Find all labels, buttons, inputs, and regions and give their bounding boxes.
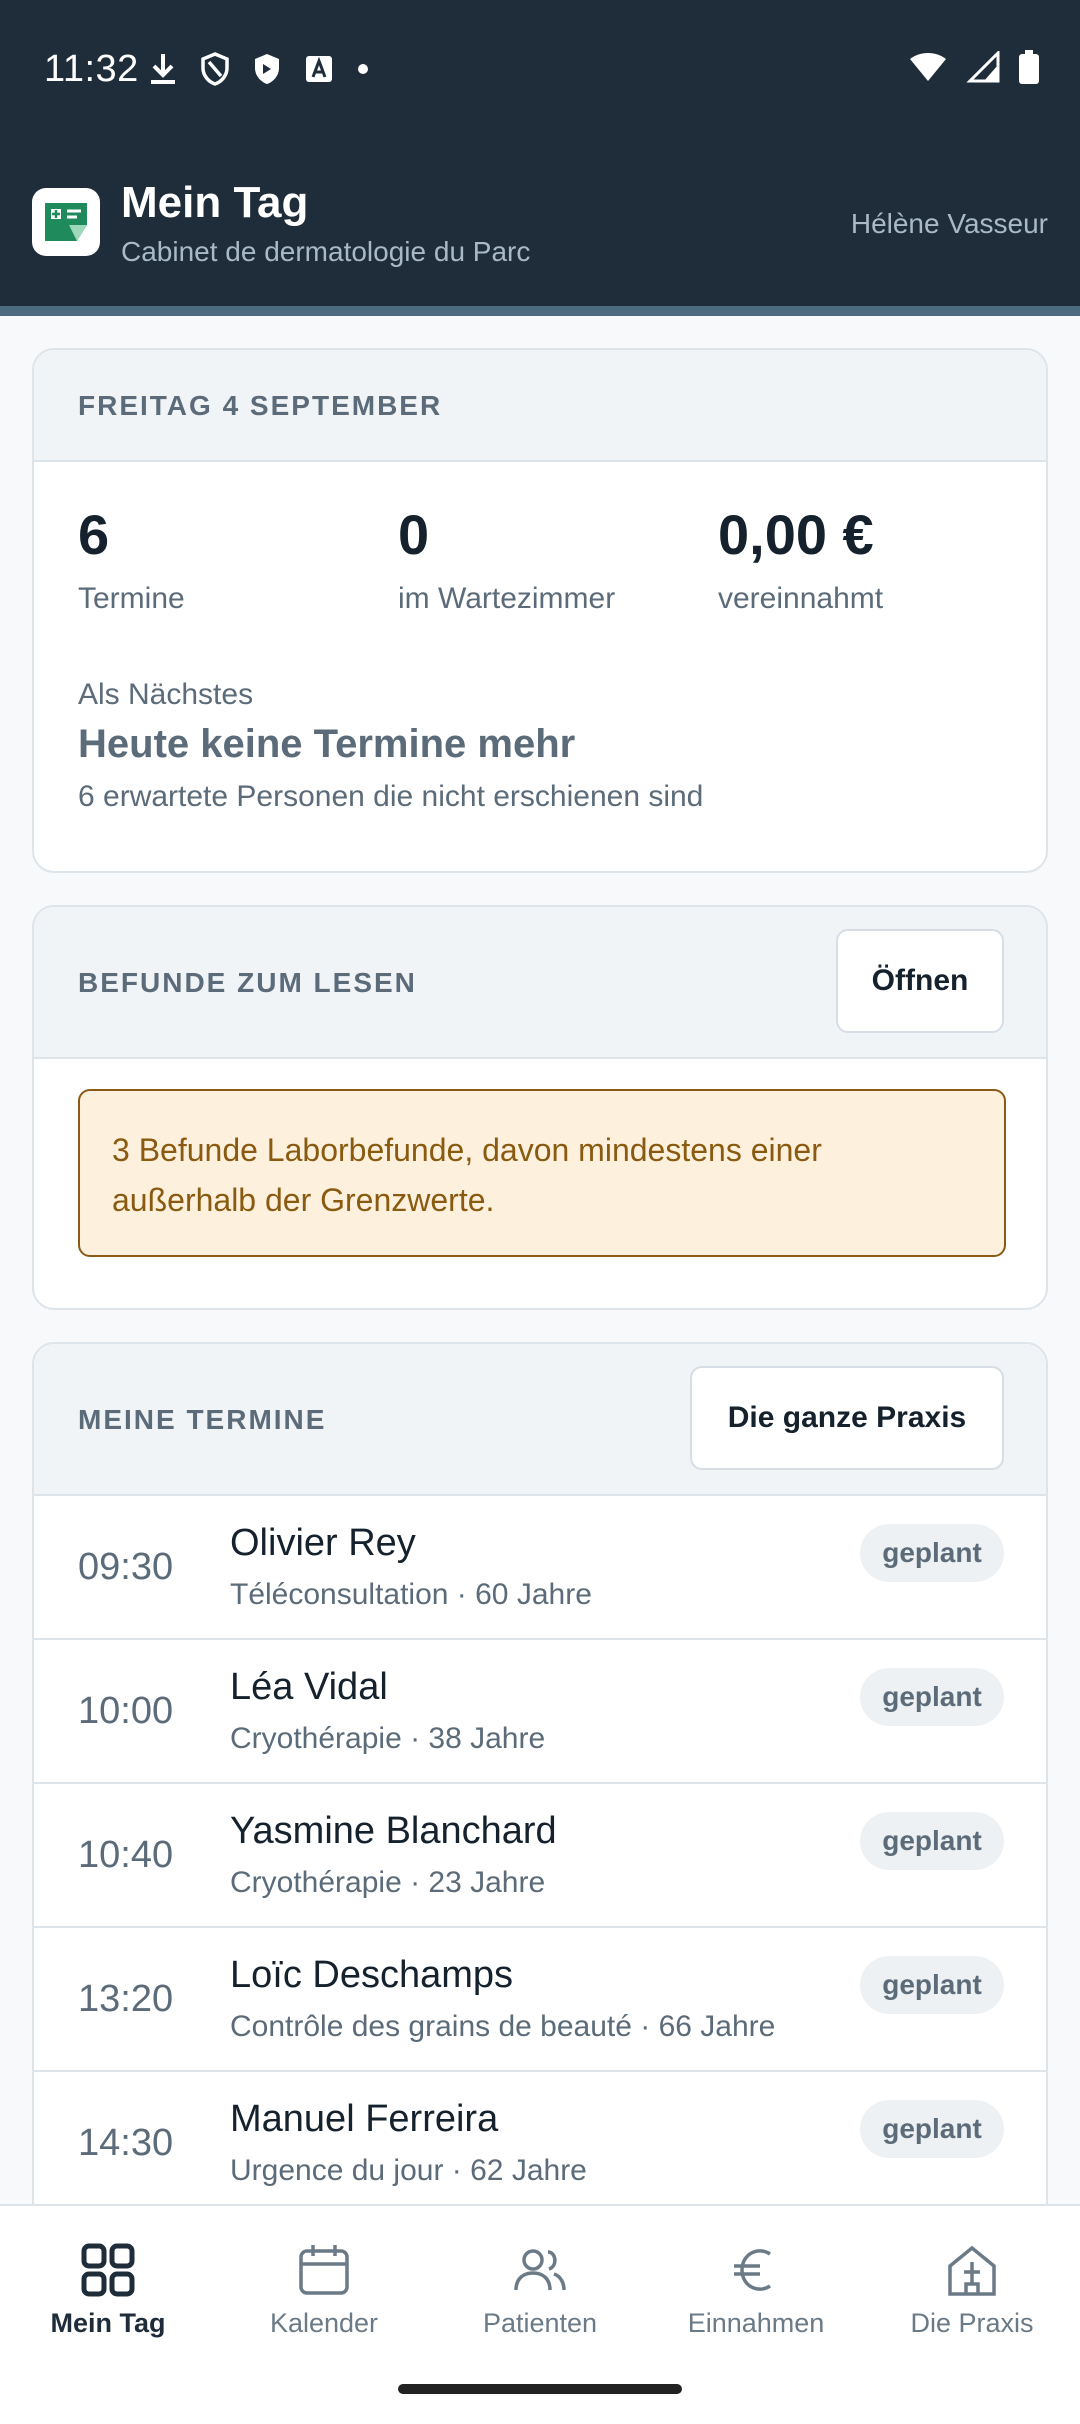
dot-icon [358,64,368,74]
user-name[interactable]: Hélène Vasseur [851,208,1048,240]
shield-icon [255,54,279,84]
header-accent-bar [0,306,1080,316]
appointment-meta: Urgence du jour · 62 Jahre [230,2154,587,2187]
status-system-icons [908,50,1040,84]
lab-results-alert: 3 Befunde Laborbefunde, davon mindestens… [78,1089,1006,1257]
nav-label: Patienten [482,2308,598,2338]
appointment-row[interactable]: 13:20 Loïc Deschamps Contrôle des grains… [34,1926,1046,2070]
wifi-icon [910,53,946,81]
shield-outline-icon [201,52,229,86]
status-badge: geplant [860,2100,1004,2158]
people-icon [514,2249,566,2291]
day-summary-card: FREITAG 4 SEPTEMBER 6 Termine 0 im Warte… [32,348,1048,873]
appointment-row[interactable]: 10:00 Léa Vidal Cryothérapie · 38 Jahre … [34,1638,1046,1782]
appointment-row[interactable]: 14:30 Manuel Ferreira Urgence du jour · … [34,2070,1046,2214]
patient-name: Yasmine Blanchard [230,1810,557,1852]
results-card: BEFUNDE ZUM LESEN Öffnen 3 Befunde Labor… [32,905,1048,1310]
appointment-meta: Téléconsultation · 60 Jahre [230,1578,592,1611]
date-label: FREITAG 4 SEPTEMBER [78,390,443,421]
download-icon [151,54,175,84]
status-time: 11:32 [44,48,139,90]
status-badge: geplant [860,1956,1004,2014]
nav-practice[interactable]: Die Praxis [864,2206,1080,2356]
signal-icon [966,51,1000,83]
status-notification-icons [148,52,370,86]
translate-icon [306,56,332,82]
appointment-row[interactable]: 09:30 Olivier Rey Téléconsultation · 60 … [34,1494,1046,1638]
stat-appointments-value: 6 [78,503,110,566]
results-title: BEFUNDE ZUM LESEN [78,967,417,998]
nav-income[interactable]: Einnahmen [648,2206,864,2356]
status-bar: 11:32 [0,0,1080,140]
status-badge: geplant [860,1668,1004,1726]
nav-label: Mein Tag [50,2308,166,2338]
results-card-header: BEFUNDE ZUM LESEN Öffnen [34,907,1046,1059]
appointments-title: MEINE TERMINE [78,1404,327,1435]
clinic-logo-icon [45,203,87,241]
app-header: 11:32 Mein Tag Cabinet de dermatologie d… [0,0,1080,316]
appointment-row[interactable]: 10:40 Yasmine Blanchard Cryothérapie · 2… [34,1782,1046,1926]
appointment-meta: Cryothérapie · 38 Jahre [230,1722,546,1755]
appointments-card: MEINE TERMINE Die ganze Praxis 09:30 Oli… [32,1342,1048,2242]
clinic-name: Cabinet de dermatologie du Parc [121,236,531,267]
grid-icon [81,2243,135,2297]
app-logo [32,188,100,256]
stat-revenue-value: 0,00 € [718,503,874,566]
patient-name: Olivier Rey [230,1522,416,1564]
appointment-time: 10:00 [78,1690,174,1732]
stat-waiting-value: 0 [398,503,430,566]
nav-calendar[interactable]: Kalender [216,2206,432,2356]
building-icon [948,2245,996,2296]
nav-patients[interactable]: Patienten [432,2206,648,2356]
appointments-card-header: MEINE TERMINE Die ganze Praxis [34,1344,1046,1496]
status-badge: geplant [860,1812,1004,1870]
appointment-time: 13:20 [78,1978,174,2020]
euro-icon [734,2249,771,2291]
open-results-button[interactable]: Öffnen [836,929,1004,1033]
patient-name: Manuel Ferreira [230,2098,499,2140]
next-label: Als Nächstes [78,678,254,711]
patient-name: Loïc Deschamps [230,1954,514,1996]
page-title: Mein Tag [121,178,309,227]
status-badge: geplant [860,1524,1004,1582]
appointment-time: 09:30 [78,1546,174,1588]
appointment-meta: Cryothérapie · 23 Jahre [230,1866,546,1899]
stat-waiting-label: im Wartezimmer [398,582,616,615]
next-title: Heute keine Termine mehr [78,722,576,766]
home-indicator[interactable] [398,2384,682,2394]
stat-revenue-label: vereinnahmt [718,582,884,615]
appointment-meta: Contrôle des grains de beauté · 66 Jahre [230,2010,776,2043]
stat-appointments-label: Termine [78,582,185,615]
next-subtitle: 6 erwartete Personen die nicht erschiene… [78,780,704,813]
appointment-time: 14:30 [78,2122,174,2164]
nav-my-day[interactable]: Mein Tag [0,2206,216,2356]
patient-name: Léa Vidal [230,1666,388,1708]
appointment-time: 10:40 [78,1834,174,1876]
whole-practice-button[interactable]: Die ganze Praxis [690,1366,1004,1470]
day-summary-header: FREITAG 4 SEPTEMBER [34,350,1046,462]
nav-label: Die Praxis [910,2308,1034,2338]
nav-label: Einnahmen [687,2308,825,2338]
battery-icon [1019,50,1039,84]
nav-label: Kalender [269,2308,379,2338]
calendar-icon [299,2245,349,2295]
